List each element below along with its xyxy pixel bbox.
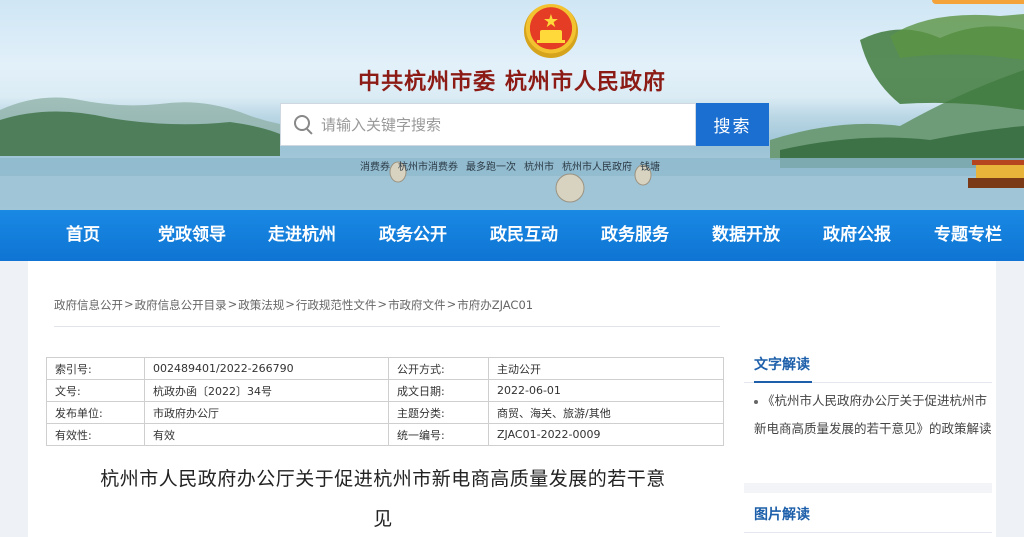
nav-about-hangzhou[interactable]: 走进杭州 xyxy=(268,210,336,261)
meta-value: 商贸、海关、旅游/其他 xyxy=(488,401,724,424)
nav-home[interactable]: 首页 xyxy=(66,210,100,261)
nav-government-affairs[interactable]: 政务公开 xyxy=(379,210,447,261)
meta-value: ZJAC01-2022-0009 xyxy=(488,423,724,446)
breadcrumb-item[interactable]: 政策法规 xyxy=(238,297,284,313)
corner-tab xyxy=(932,0,1024,4)
nav-public-interaction[interactable]: 政民互动 xyxy=(490,210,558,261)
meta-key: 成文日期: xyxy=(388,379,489,402)
sidebar-heading: 图片解读 xyxy=(754,507,810,523)
breadcrumb-item[interactable]: 市政府文件 xyxy=(388,297,446,313)
meta-value: 市政府办公厅 xyxy=(144,401,389,424)
hot-word-link[interactable]: 消费券 xyxy=(360,158,390,173)
sidebar-separator xyxy=(744,483,992,493)
national-emblem-icon: ★ xyxy=(524,4,578,58)
sidebar-heading: 文字解读 xyxy=(754,357,810,373)
breadcrumb-item[interactable]: 政府信息公开 xyxy=(54,297,123,313)
search-box xyxy=(280,103,696,146)
main-nav: 首页 党政领导 走进杭州 政务公开 政民互动 政务服务 数据开放 政府公报 专题… xyxy=(0,210,1024,261)
meta-key: 统一编号: xyxy=(388,423,489,446)
sidebar-policy-interpretation-link[interactable]: 《杭州市人民政府办公厅关于促进杭州市新电商高质量发展的若干意见》的政策解读 xyxy=(754,387,992,443)
nav-party-leadership[interactable]: 党政领导 xyxy=(158,210,226,261)
sidebar-image-interpretation-header: 图片解读 xyxy=(744,495,992,533)
hot-word-link[interactable]: 钱塘 xyxy=(640,158,660,173)
breadcrumb-separator: > xyxy=(377,297,388,311)
meta-value: 有效 xyxy=(144,423,389,446)
nav-government-bulletin[interactable]: 政府公报 xyxy=(823,210,891,261)
hot-word-link[interactable]: 杭州市消费券 xyxy=(398,158,458,173)
breadcrumb-item[interactable]: 行政规范性文件 xyxy=(296,297,377,313)
meta-value: 2022-06-01 xyxy=(488,379,724,402)
meta-value: 002489401/2022-266790 xyxy=(144,357,389,380)
meta-key: 发布单位: xyxy=(46,401,145,424)
breadcrumb-separator: > xyxy=(124,297,134,311)
breadcrumb-separator: > xyxy=(446,297,457,311)
document-title-line: 见 xyxy=(373,508,393,530)
hot-words: 消费券 杭州市消费券 最多跑一次 杭州市 杭州市人民政府 钱塘 xyxy=(360,158,660,173)
document-meta-table: 索引号: 002489401/2022-266790 公开方式: 主动公开 文号… xyxy=(46,357,724,446)
document-title-line: 杭州市人民政府办公厅关于促进杭州市新电商高质量发展的若干意 xyxy=(100,468,666,490)
hot-word-link[interactable]: 杭州市 xyxy=(524,158,554,173)
meta-key: 有效性: xyxy=(46,423,145,446)
link-text: 《杭州市人民政府办公厅关于促进杭州市新电商高质量发展的若干意见》的政策解读 xyxy=(754,393,992,436)
content-panel: 政府信息公开 > 政府信息公开目录 > 政策法规 > 行政规范性文件 > 市政府… xyxy=(28,261,996,537)
nav-special-topics[interactable]: 专题专栏 xyxy=(934,210,1002,261)
table-row: 索引号: 002489401/2022-266790 公开方式: 主动公开 xyxy=(46,357,724,380)
hot-word-link[interactable]: 杭州市人民政府 xyxy=(562,158,632,173)
breadcrumb-item[interactable]: 政府信息公开目录 xyxy=(135,297,227,313)
breadcrumb-separator: > xyxy=(285,297,295,311)
nav-open-data[interactable]: 数据开放 xyxy=(712,210,780,261)
meta-key: 主题分类: xyxy=(388,401,489,424)
table-row: 有效性: 有效 统一编号: ZJAC01-2022-0009 xyxy=(46,423,724,446)
breadcrumb-separator: > xyxy=(227,297,238,311)
hot-word-link[interactable]: 最多跑一次 xyxy=(466,158,516,173)
breadcrumb: 政府信息公开 > 政府信息公开目录 > 政策法规 > 行政规范性文件 > 市政府… xyxy=(54,297,533,313)
search-button[interactable]: 搜索 xyxy=(696,103,769,146)
search-input[interactable] xyxy=(321,115,681,134)
meta-value: 杭政办函〔2022〕34号 xyxy=(144,379,389,402)
meta-key: 索引号: xyxy=(46,357,145,380)
breadcrumb-item[interactable]: 市府办ZJAC01 xyxy=(457,297,533,313)
meta-key: 公开方式: xyxy=(388,357,489,380)
table-row: 发布单位: 市政府办公厅 主题分类: 商贸、海关、旅游/其他 xyxy=(46,401,724,424)
nav-government-services[interactable]: 政务服务 xyxy=(601,210,669,261)
bullet-icon xyxy=(754,399,758,404)
heading-underline xyxy=(754,381,812,383)
search-icon xyxy=(293,114,315,136)
meta-value: 主动公开 xyxy=(488,357,724,380)
sidebar-text-interpretation-header: 文字解读 xyxy=(744,345,992,383)
divider xyxy=(54,326,720,327)
table-row: 文号: 杭政办函〔2022〕34号 成文日期: 2022-06-01 xyxy=(46,379,724,402)
document-title: 杭州市人民政府办公厅关于促进杭州市新电商高质量发展的若干意 见 xyxy=(58,459,708,537)
meta-key: 文号: xyxy=(46,379,145,402)
header-banner: ★ 中共杭州市委 杭州市人民政府 搜索 消费券 杭州市消费券 最多跑一次 杭州市… xyxy=(0,0,1024,210)
site-title: 中共杭州市委 杭州市人民政府 xyxy=(358,69,666,95)
